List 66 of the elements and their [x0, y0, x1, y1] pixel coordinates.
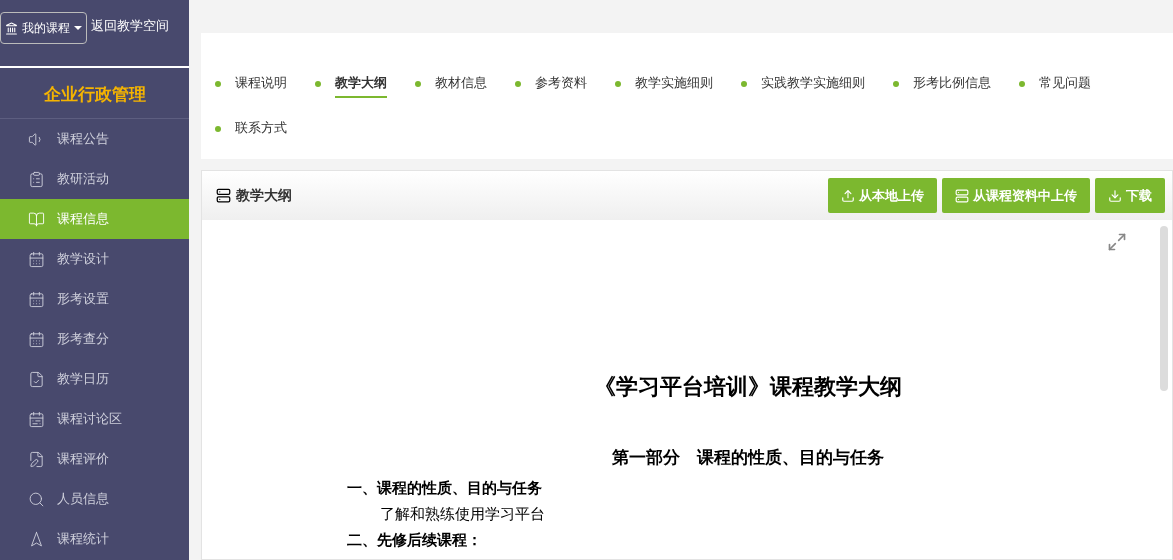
- tab[interactable]: 联系方式: [235, 114, 287, 143]
- sidebar-item[interactable]: 形考查分: [0, 319, 189, 359]
- item-label: 课程公告: [57, 130, 109, 148]
- upload-icon: [841, 188, 855, 203]
- item-label: 形考设置: [57, 290, 109, 308]
- bullet-dot: [1019, 80, 1025, 87]
- bank-icon: [5, 21, 18, 35]
- item-label: 形考查分: [57, 330, 109, 348]
- tab[interactable]: 形考比例信息: [913, 69, 991, 98]
- course-title: 企业行政管理: [0, 70, 189, 119]
- sidebar-item[interactable]: 课程讨论区: [0, 399, 189, 439]
- tab[interactable]: 教学大纲: [335, 69, 387, 98]
- tab[interactable]: 教材信息: [435, 69, 487, 98]
- sidebar-item[interactable]: 人员信息: [0, 479, 189, 519]
- back-link[interactable]: 返回教学空间: [91, 17, 169, 35]
- section-heading: 第一部分 课程的性质、目的与任务: [611, 446, 884, 469]
- item-icon: [28, 330, 45, 348]
- sidebar-item[interactable]: 教研活动: [0, 159, 189, 199]
- item-icon: [28, 450, 45, 468]
- sidebar-item[interactable]: 形考设置: [0, 279, 189, 319]
- bullet-dot: [893, 80, 899, 87]
- subsection-heading: 二、先修后续课程：: [347, 530, 482, 551]
- bullet-dot: [615, 80, 621, 87]
- item-label: 课程评价: [57, 450, 109, 468]
- item-label: 人员信息: [57, 490, 109, 508]
- item-label: 教学日历: [57, 370, 109, 388]
- caret-icon: [74, 26, 82, 30]
- bullet-dot: [315, 80, 321, 87]
- item-label: 课程统计: [57, 530, 109, 548]
- sidebar-item[interactable]: 教学日历: [0, 359, 189, 399]
- item-icon: [28, 170, 45, 188]
- item-icon: [28, 250, 45, 268]
- tab[interactable]: 课程说明: [235, 69, 287, 98]
- panel-title: 教学大纲: [236, 186, 293, 205]
- list-icon: [955, 188, 969, 203]
- paragraph: 了解和熟练使用学习平台: [379, 504, 545, 525]
- item-label: 教研活动: [57, 170, 109, 188]
- item-icon: [28, 290, 45, 308]
- course-menu-button[interactable]: 我的课程: [0, 12, 87, 44]
- tab[interactable]: 参考资料: [535, 69, 587, 98]
- tab[interactable]: 教学实施细则: [635, 69, 713, 98]
- item-icon: [28, 370, 45, 388]
- bullet-dot: [741, 80, 747, 87]
- item-icon: [28, 490, 45, 508]
- document-title: 《学习平台培训》课程教学大纲: [593, 373, 902, 401]
- bullet-dot: [215, 80, 221, 87]
- sidebar-item[interactable]: 课程统计: [0, 519, 189, 559]
- item-icon: [28, 530, 45, 548]
- sidebar-item[interactable]: 课程公告: [0, 119, 189, 159]
- bullet-dot: [415, 80, 421, 87]
- list-icon: [216, 188, 231, 203]
- scrollbar[interactable]: [1160, 226, 1168, 391]
- sidebar-item[interactable]: 教学设计: [0, 239, 189, 279]
- sidebar-item[interactable]: 课程评价: [0, 439, 189, 479]
- item-label: 课程信息: [57, 210, 109, 228]
- tab[interactable]: 实践教学实施细则: [761, 69, 865, 98]
- fullscreen-icon[interactable]: [1107, 232, 1127, 252]
- item-label: 教学设计: [57, 250, 109, 268]
- subsection-heading: 一、课程的性质、目的与任务: [347, 478, 542, 499]
- bullet-dot: [215, 125, 221, 132]
- download-icon: [1108, 188, 1122, 203]
- bullet-dot: [515, 80, 521, 87]
- item-label: 课程讨论区: [57, 410, 122, 428]
- item-icon: [28, 210, 45, 228]
- item-icon: [28, 410, 45, 428]
- tab[interactable]: 常见问题: [1039, 69, 1091, 98]
